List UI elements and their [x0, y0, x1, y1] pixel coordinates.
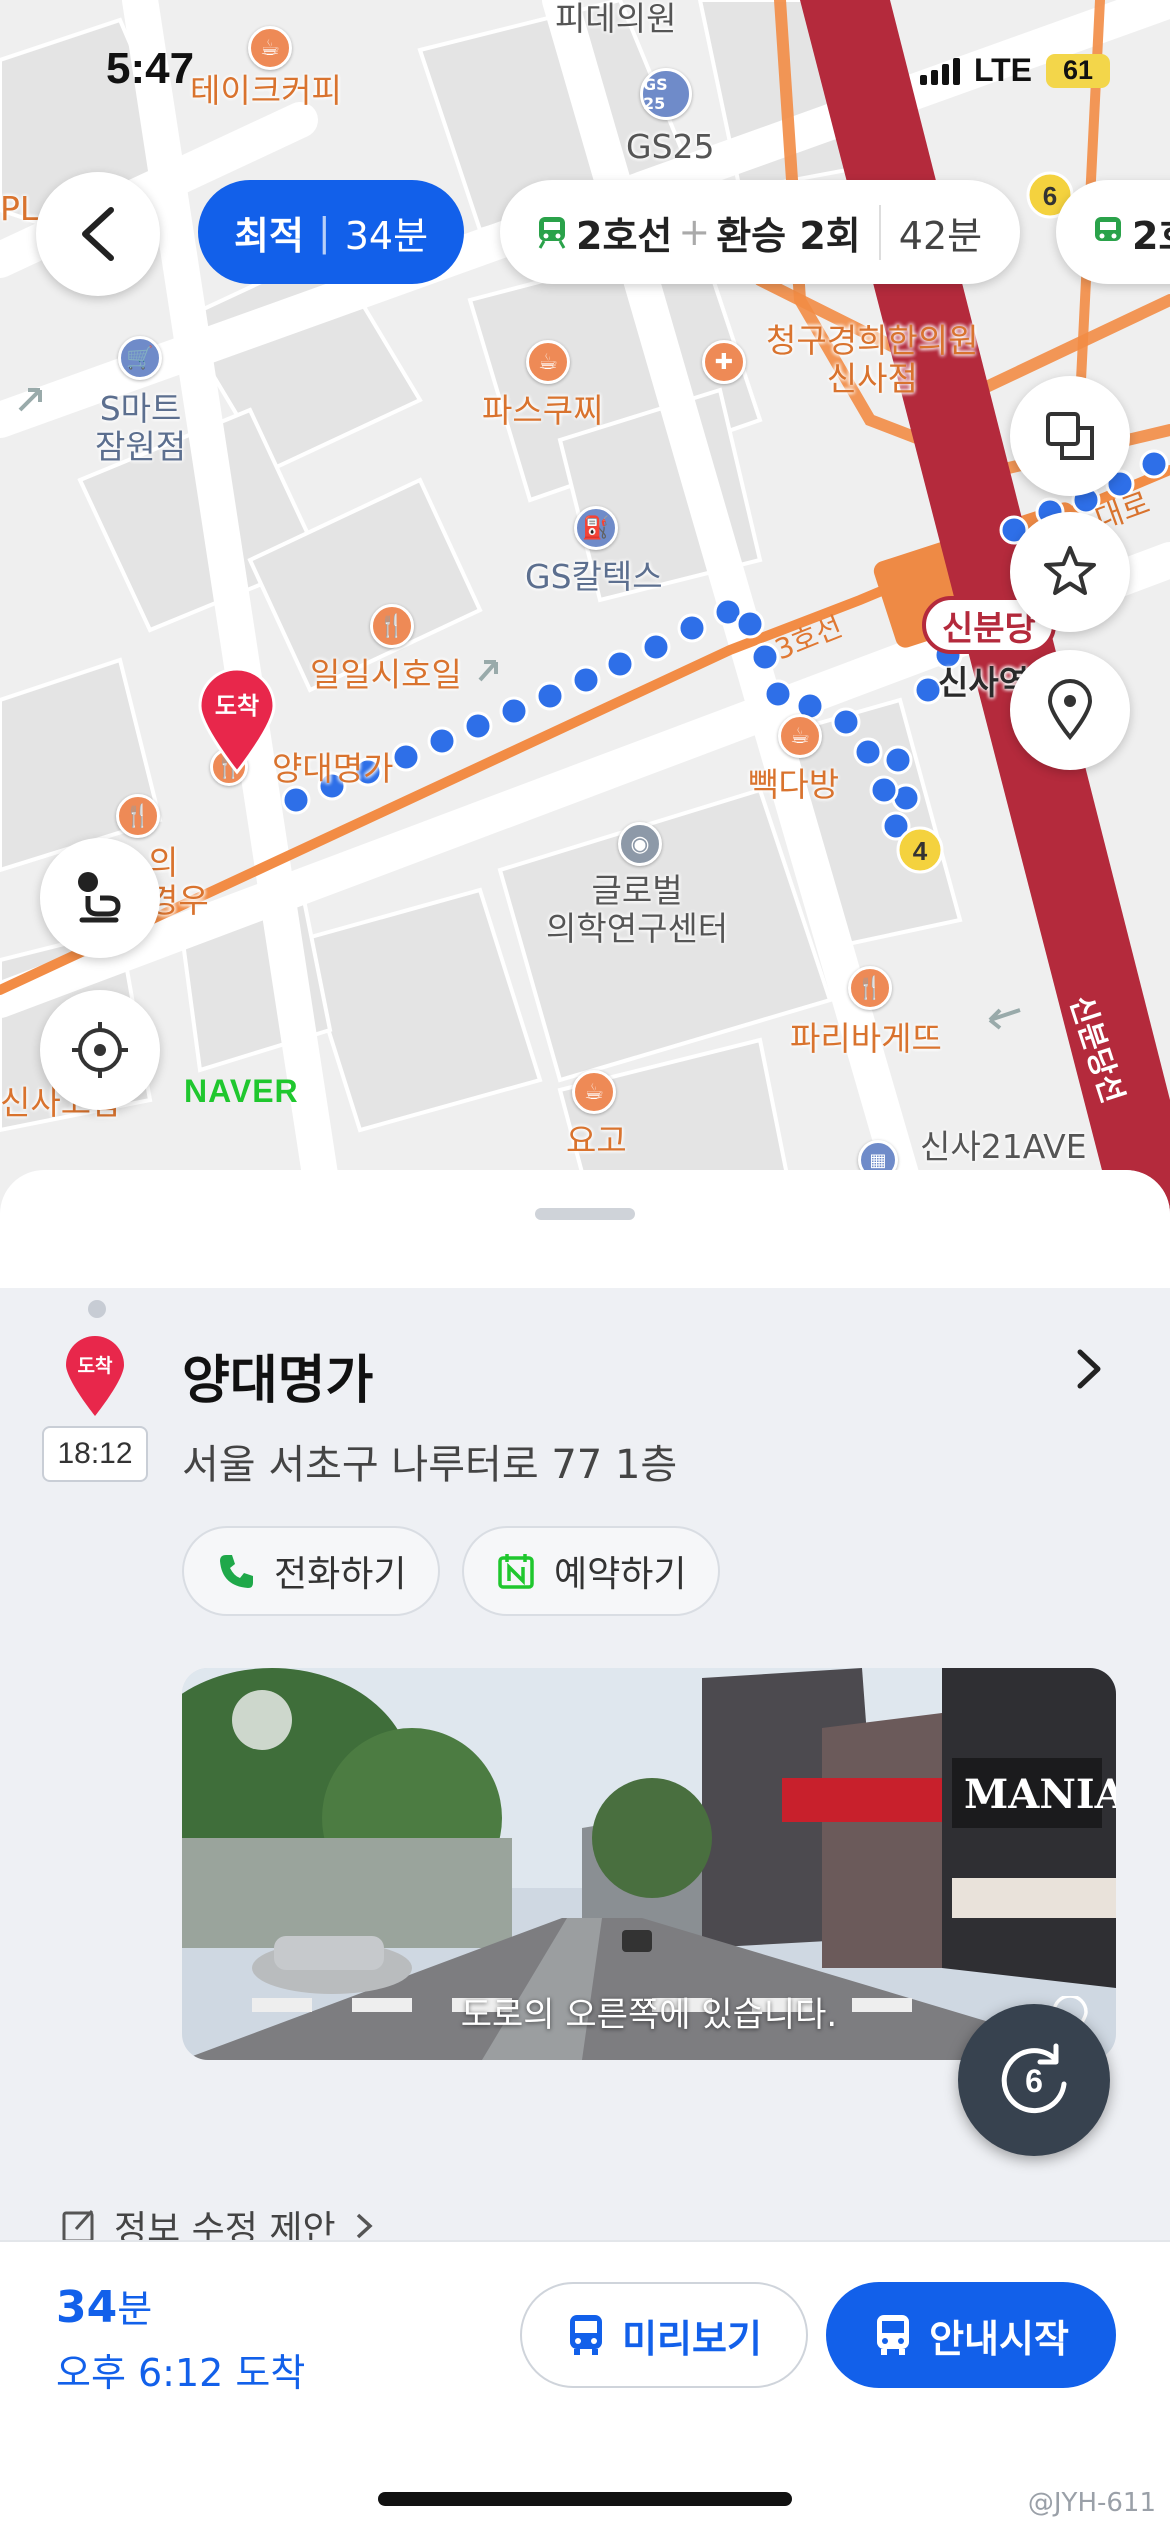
- poi-gs25[interactable]: GS25: [626, 128, 715, 166]
- svg-text:도착: 도착: [215, 692, 259, 720]
- back-icon: [82, 207, 114, 261]
- svg-text:MANIA: MANIA: [964, 1771, 1116, 1818]
- signal-icon: [919, 57, 960, 85]
- route-icon: [78, 872, 121, 923]
- route-dot: [88, 1300, 106, 1318]
- phone-icon: [220, 1555, 253, 1588]
- drag-handle[interactable]: [535, 1208, 635, 1220]
- research-center-icon: ◉: [618, 822, 662, 866]
- route-option-3[interactable]: 2호: [1056, 180, 1170, 284]
- route-option-line2[interactable]: 2호선 + 환승 2회 42분: [500, 180, 1020, 284]
- refresh-button[interactable]: 6: [958, 2004, 1110, 2156]
- cafe-icon-3: ☕: [778, 714, 822, 758]
- map-view[interactable]: 4 6 3호선 신분당선 대로 테이크커피 ☕ 피데의원 GS 25 GS25 …: [0, 0, 1170, 1240]
- sheet-header[interactable]: [0, 1170, 1170, 1288]
- place-button[interactable]: [1010, 650, 1130, 770]
- poi-paris[interactable]: 파리바게뜨: [790, 1020, 942, 1058]
- reserve-button[interactable]: 예약하기: [462, 1526, 721, 1616]
- cafe-icon-4: ☕: [572, 1070, 616, 1114]
- bottom-bar: 34분 오후 6:12 도착 미리보기 안내시작 @JYH-611: [0, 2240, 1170, 2532]
- destination-pin-icon-sheet: 도착: [66, 1336, 124, 1416]
- restaurant-icon-3: 🍴: [848, 966, 892, 1010]
- watermark: @JYH-611: [1027, 2488, 1156, 2518]
- refresh-icon: 6: [1001, 2043, 1067, 2114]
- gas-station-icon: ⛽: [574, 506, 618, 550]
- status-indicators: LTE 61: [919, 52, 1110, 89]
- destination-pin-icon[interactable]: 도착: [196, 668, 278, 776]
- poi-takecoffee[interactable]: 테이크커피: [190, 72, 342, 110]
- poi-gs-caltex[interactable]: GS칼텍스: [525, 558, 663, 596]
- svg-text:도착: 도착: [78, 1355, 113, 1377]
- home-indicator[interactable]: [378, 2492, 792, 2506]
- start-navigation-button[interactable]: 안내시작: [826, 2282, 1116, 2388]
- status-time: 5:47: [106, 44, 195, 93]
- svg-text:6: 6: [1043, 181, 1057, 211]
- eta-arrival: 오후 6:12 도착: [56, 2351, 306, 2395]
- cafe-icon: ☕: [248, 26, 292, 70]
- bus-icon-white: [877, 2315, 910, 2355]
- preview-button[interactable]: 미리보기: [520, 2282, 808, 2388]
- call-button[interactable]: 전화하기: [182, 1526, 441, 1616]
- train-icon: [538, 217, 566, 249]
- chevron-right-icon-small: [356, 2213, 373, 2239]
- hospital-icon: ✚: [702, 340, 746, 384]
- naver-logo: NAVER: [184, 1073, 299, 1109]
- battery-icon: 61: [1046, 53, 1110, 88]
- poi-paskucci[interactable]: 파스쿠찌: [482, 392, 603, 430]
- restaurant-icon: 🍴: [370, 604, 414, 648]
- street-view-caption: 도로의 오른쪽에 있습니다.: [460, 1995, 838, 2035]
- star-icon: [1044, 546, 1096, 595]
- svg-text:6: 6: [1025, 2063, 1043, 2099]
- restaurant-icon-2: 🍴: [116, 794, 160, 838]
- poi-global[interactable]: 글로벌 의학연구센터: [546, 872, 728, 948]
- arrival-time-badge: 18:12: [42, 1426, 148, 1482]
- poi-ilil[interactable]: 일일시호일: [310, 656, 462, 694]
- layers-button[interactable]: [1010, 376, 1130, 496]
- cafe-icon-2: ☕: [526, 340, 570, 384]
- network-type: LTE: [973, 52, 1032, 88]
- mart-icon: 🛒: [118, 336, 162, 380]
- chevron-right-icon[interactable]: [1072, 1346, 1108, 1392]
- poi-smart[interactable]: S마트 잠원점: [95, 390, 186, 466]
- street-view-image[interactable]: MANIA 도로의 오른쪽에 있습니다.: [182, 1668, 1116, 2060]
- route-settings-button[interactable]: [40, 838, 160, 958]
- back-button[interactable]: [36, 172, 160, 296]
- svg-text:4: 4: [913, 836, 928, 866]
- poi-dest[interactable]: 양대명가: [272, 750, 393, 788]
- info-edit-link[interactable]: 정보 수정 제안: [60, 2200, 376, 2240]
- layers-icon: [1046, 412, 1094, 460]
- bus-icon: [570, 2315, 603, 2355]
- poi-misc-top: 피데의원: [555, 0, 677, 38]
- poi-sinsa21[interactable]: 신사21AVE: [920, 1128, 1087, 1166]
- place-name[interactable]: 양대명가: [182, 1338, 373, 1413]
- my-location-icon: [72, 1022, 128, 1078]
- gs25-icon: GS 25: [640, 68, 692, 120]
- poi-clinic[interactable]: 청구경희한의원 신사점: [766, 322, 979, 398]
- route-option-optimal[interactable]: 최적 | 34분: [198, 180, 464, 284]
- poi-yogo[interactable]: 요고: [566, 1122, 627, 1160]
- location-pin-icon: [1047, 679, 1093, 741]
- naver-reserve-icon: [498, 1554, 534, 1589]
- my-location-button[interactable]: [40, 990, 160, 1110]
- favorite-button[interactable]: [1010, 512, 1130, 632]
- train-icon-2: [1095, 217, 1121, 241]
- place-address: 서울 서초구 나루터로 77 1층: [182, 1442, 678, 1488]
- poi-bbaek[interactable]: 빽다방: [748, 766, 839, 804]
- eta-duration: 34분: [56, 2282, 153, 2333]
- edit-icon: [62, 2210, 94, 2240]
